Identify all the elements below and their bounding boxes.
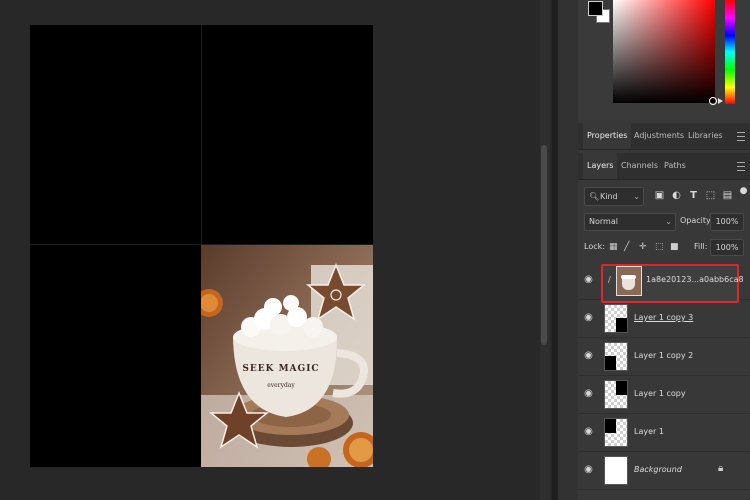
panel-menu-icon[interactable] <box>737 132 745 141</box>
document-canvas[interactable]: SEEK MAGIC everyday <box>30 25 373 467</box>
layers-tab-bar: Layers Channels Paths <box>578 153 750 180</box>
color-cursor[interactable] <box>709 97 717 105</box>
eye-icon[interactable]: ◉ <box>583 350 594 361</box>
layer-name[interactable]: Layer 1 copy 3 <box>634 313 693 322</box>
opacity-value: 100% <box>715 217 739 226</box>
tab-channels[interactable]: Channels <box>621 153 658 179</box>
saturation-value-field[interactable] <box>613 0 715 103</box>
opacity-input[interactable]: 100% <box>710 213 744 231</box>
layer-name[interactable]: Background <box>634 465 682 474</box>
color-picker-panel <box>578 0 750 120</box>
eye-icon[interactable]: ◉ <box>583 426 594 437</box>
eye-icon[interactable]: ◉ <box>583 464 594 475</box>
link-icon: ∕ <box>608 275 611 284</box>
placed-photo-cocoa-mug[interactable]: SEEK MAGIC everyday <box>201 245 373 467</box>
layer-thumbnail <box>604 342 628 371</box>
lock-all-icon[interactable]: ■ <box>670 238 679 256</box>
lock-icon: 🔒︎ <box>718 463 724 474</box>
panel-menu-icon[interactable] <box>737 162 745 171</box>
blend-mode-value: Normal <box>589 217 618 226</box>
blend-opacity-bar: Normal ⌄ Opacity: 100% <box>578 212 750 232</box>
layer-name[interactable]: Layer 1 copy 2 <box>634 351 693 360</box>
tab-properties[interactable]: Properties <box>583 123 632 149</box>
filter-kind-select[interactable]: 🔍︎ Kind ⌄ <box>584 187 644 206</box>
mug-text-line1: SEEK MAGIC <box>242 364 319 374</box>
hue-slider[interactable] <box>725 0 735 104</box>
lock-image-icon[interactable]: ╱ <box>624 238 629 256</box>
layer-row-placed-image[interactable]: ◉ ∕ 1a8e20123...a0abb6ca8 <box>578 262 750 303</box>
layer-name[interactable]: Layer 1 copy <box>634 389 686 398</box>
fill-value: 100% <box>715 243 739 252</box>
layer-row-layer-1[interactable]: ◉ Layer 1 <box>578 414 750 452</box>
mug-text-line2: everyday <box>267 382 295 389</box>
layer-thumbnail <box>616 266 642 296</box>
lock-bar: Lock: ▦ ╱ ✛ ⬚ ■ Fill: 100% <box>578 238 750 256</box>
chevron-down-icon: ⌄ <box>633 192 640 201</box>
layer-row-copy-3[interactable]: ◉ Layer 1 copy 3 <box>578 300 750 338</box>
eye-icon[interactable]: ◉ <box>583 388 594 399</box>
tab-adjustments[interactable]: Adjustments <box>634 123 684 149</box>
fill-input[interactable]: 100% <box>710 239 744 256</box>
smart-object-filter-icon[interactable]: ▤ <box>722 190 733 201</box>
filter-toggle-icon[interactable]: ● <box>738 186 749 197</box>
lock-position-icon[interactable]: ✛ <box>639 238 647 256</box>
layer-thumbnail <box>604 456 628 485</box>
eye-icon[interactable]: ◉ <box>583 312 594 323</box>
properties-tab-bar: Properties Adjustments Libraries <box>578 123 750 150</box>
scrollbar-thumb[interactable] <box>541 145 547 345</box>
shape-filter-icon[interactable]: ⬚ <box>705 190 716 201</box>
layer-row-copy[interactable]: ◉ Layer 1 copy <box>578 376 750 414</box>
lock-artboard-icon[interactable]: ⬚ <box>655 238 664 256</box>
chevron-down-icon: ⌄ <box>665 217 672 226</box>
layer-name[interactable]: Layer 1 <box>634 427 664 436</box>
layer-row-copy-2[interactable]: ◉ Layer 1 copy 2 <box>578 338 750 376</box>
search-icon: 🔍︎ <box>589 192 600 201</box>
tab-libraries[interactable]: Libraries <box>688 123 723 149</box>
layer-thumbnail <box>604 380 628 409</box>
cocoa-mug-illustration: SEEK MAGIC everyday <box>201 245 373 467</box>
foreground-color-swatch[interactable] <box>588 1 603 16</box>
blend-mode-select[interactable]: Normal ⌄ <box>584 213 676 231</box>
layer-thumbnail <box>604 418 628 447</box>
filter-kind-label: Kind <box>600 192 618 201</box>
tab-layers[interactable]: Layers <box>583 153 618 179</box>
right-panels: Properties Adjustments Libraries Layers … <box>578 0 750 500</box>
lock-transparent-icon[interactable]: ▦ <box>609 238 618 256</box>
fill-label: Fill: <box>694 242 708 251</box>
layer-filter-bar: 🔍︎ Kind ⌄ ▣ ◐ T ⬚ ▤ ● <box>578 184 750 208</box>
collapsed-panel-strip <box>558 0 578 500</box>
document-canvas-area[interactable]: SEEK MAGIC everyday <box>0 0 540 500</box>
eye-icon[interactable]: ◉ <box>583 274 594 285</box>
layer-row-background[interactable]: ◉ Background 🔒︎ <box>578 452 750 490</box>
type-filter-icon[interactable]: T <box>688 190 699 201</box>
image-filter-icon[interactable]: ▣ <box>654 190 665 201</box>
opacity-label: Opacity: <box>680 216 713 225</box>
tab-paths[interactable]: Paths <box>664 153 686 179</box>
hue-marker[interactable] <box>718 98 723 104</box>
lock-label: Lock: <box>584 242 605 251</box>
layer-name[interactable]: 1a8e20123...a0abb6ca8 <box>646 275 744 284</box>
layer-thumbnail <box>604 304 628 333</box>
adjustment-filter-icon[interactable]: ◐ <box>671 190 682 201</box>
